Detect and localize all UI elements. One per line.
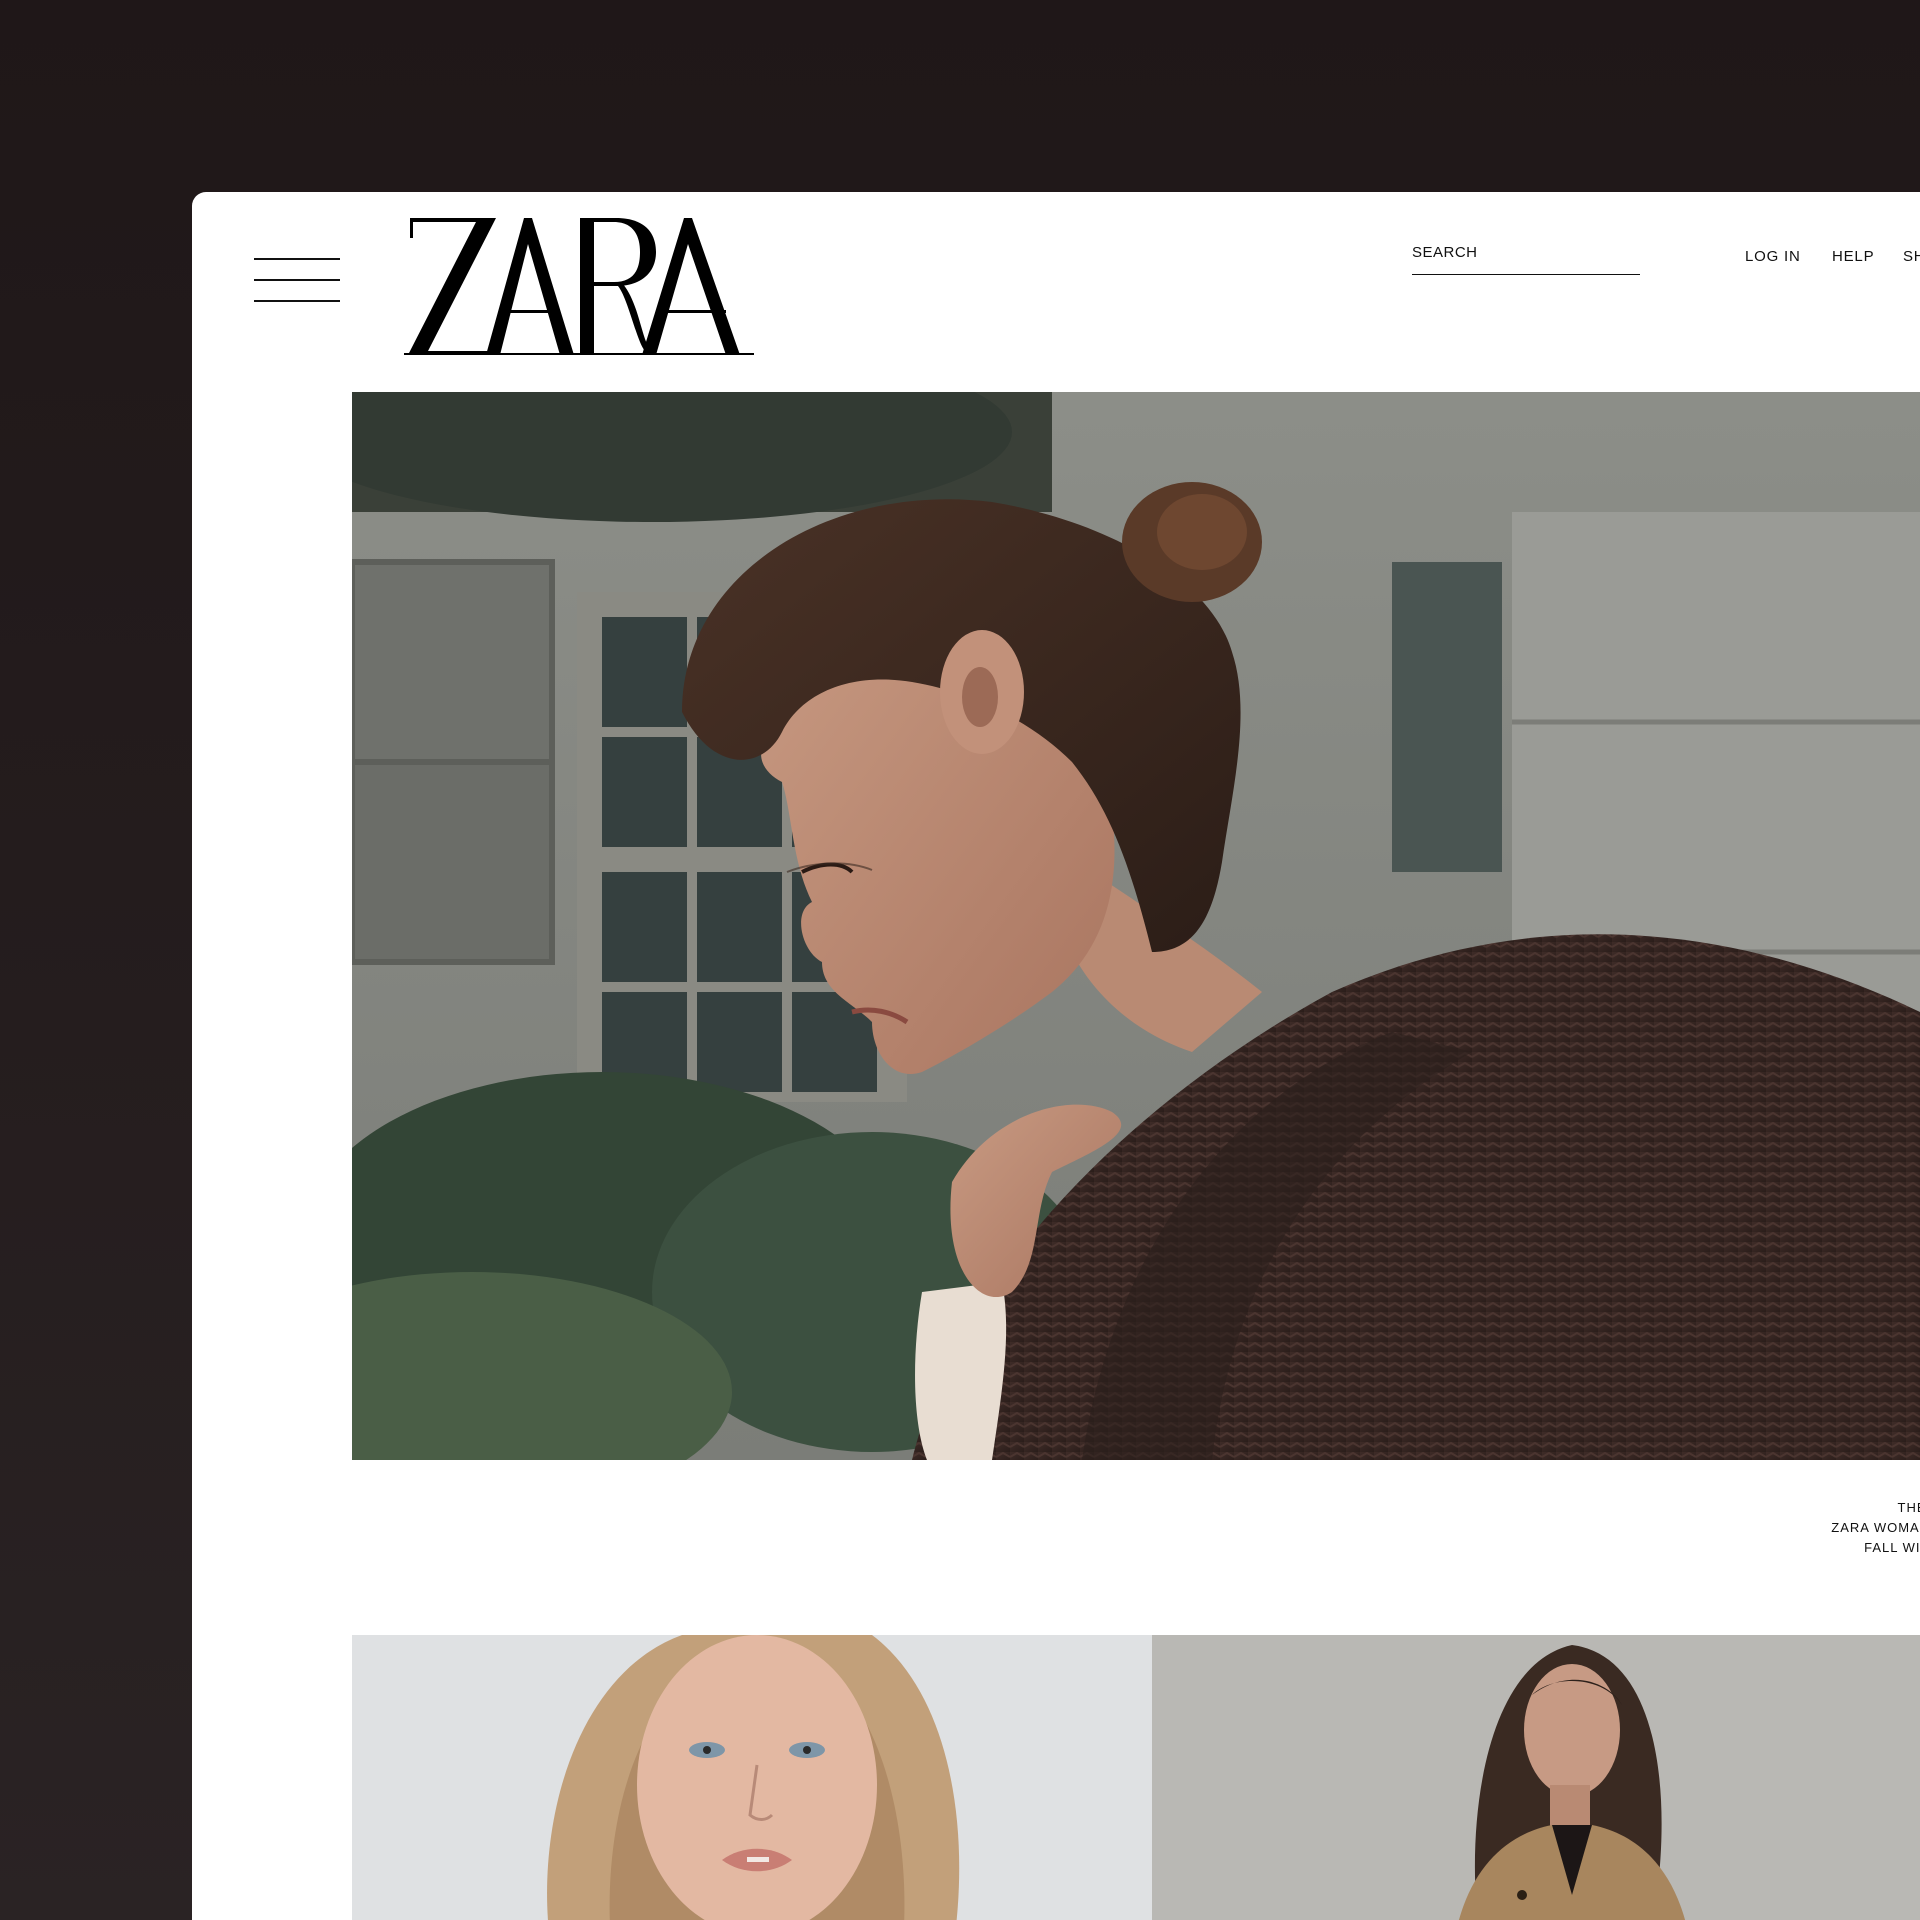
- login-link[interactable]: LOG IN: [1745, 248, 1801, 265]
- search-input[interactable]: [1412, 244, 1640, 267]
- shopping-bag-link[interactable]: SH: [1903, 248, 1920, 265]
- caption-line-3: FALL WINTER: [1864, 1540, 1920, 1555]
- zara-logo[interactable]: [404, 214, 754, 360]
- collection-tile-right[interactable]: [1152, 1635, 1920, 1920]
- hamburger-menu-icon[interactable]: [254, 258, 340, 302]
- caption-line-2: ZARA WOMAN COLLEC: [1831, 1520, 1920, 1535]
- search-field[interactable]: [1412, 244, 1640, 275]
- hero-caption: THE ZARA WOMAN COLLEC FALL WINTER: [1692, 1498, 1920, 1558]
- caption-line-1: THE: [1897, 1500, 1920, 1515]
- help-link[interactable]: HELP: [1832, 248, 1874, 265]
- hero-campaign-image[interactable]: [352, 392, 1920, 1460]
- collection-tile-left[interactable]: [352, 1635, 1152, 1920]
- browser-window: LOG IN HELP SH: [192, 192, 1920, 1920]
